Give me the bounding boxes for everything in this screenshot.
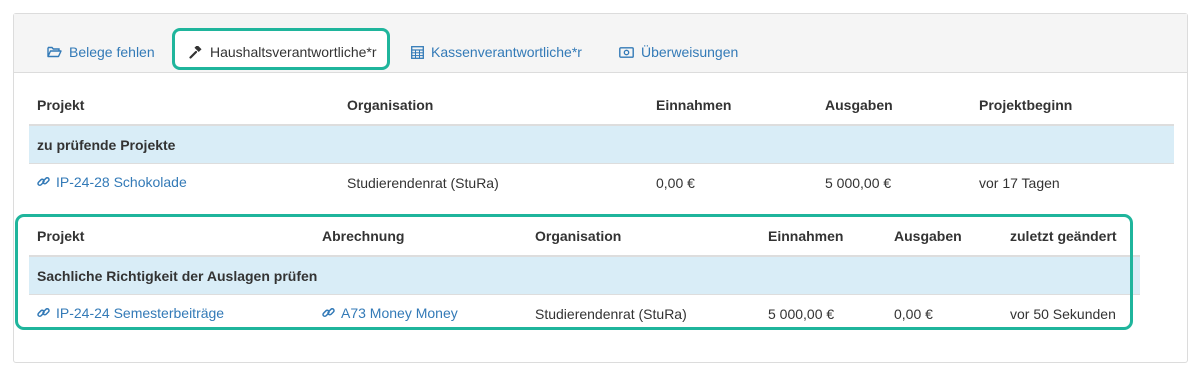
table-row: IP-24-24 Semesterbeiträge A73 Money Mone…: [29, 294, 1140, 332]
project-link-label: IP-24-28 Schokolade: [56, 173, 187, 190]
tab-label: Kassenverantwortliche*r: [431, 44, 582, 60]
cell-zuletzt-geaendert: vor 50 Sekunden: [1002, 294, 1140, 332]
col-header-projektbeginn: Projektbeginn: [971, 86, 1174, 126]
table-header-row: Projekt Organisation Einnahmen Ausgaben …: [29, 86, 1174, 126]
cell-ausgaben: 0,00 €: [886, 294, 1002, 332]
cell-abrechnung: A73 Money Money: [314, 294, 527, 332]
col-header-einnahmen: Einnahmen: [760, 217, 886, 257]
project-link[interactable]: IP-24-28 Schokolade: [37, 174, 187, 190]
cell-einnahmen: 5 000,00 €: [760, 294, 886, 332]
cell-organisation: Studierendenrat (StuRa): [339, 163, 648, 201]
col-header-organisation: Organisation: [527, 217, 760, 257]
cell-organisation: Studierendenrat (StuRa): [527, 294, 760, 332]
col-header-abrechnung: Abrechnung: [314, 217, 527, 257]
gavel-icon: [189, 44, 203, 59]
col-header-projekt: Projekt: [29, 217, 314, 257]
cell-ausgaben: 5 000,00 €: [817, 163, 971, 201]
project-link-label: IP-24-24 Semesterbeiträge: [56, 304, 225, 321]
col-header-einnahmen: Einnahmen: [648, 86, 817, 126]
table-row: IP-24-28 Schokolade Studierendenrat (Stu…: [29, 163, 1174, 201]
tab-bar: Belege fehlen Haushaltsverantwortliche*r…: [14, 14, 1187, 73]
col-header-zuletzt-geaendert: zuletzt geändert: [1002, 217, 1140, 257]
tab-label: Haushaltsverantwortliche*r: [210, 44, 377, 60]
tab-kassenverantwortliche[interactable]: Kassenverantwortliche*r: [411, 42, 582, 62]
col-header-projekt: Projekt: [29, 86, 339, 126]
cell-projektbeginn: vor 17 Tagen: [971, 163, 1174, 201]
main-panel: Belege fehlen Haushaltsverantwortliche*r…: [13, 13, 1188, 363]
table-sachliche-richtigkeit: Projekt Abrechnung Organisation Einnahme…: [29, 217, 1140, 332]
cell-projekt: IP-24-28 Schokolade: [29, 163, 339, 201]
cell-projekt: IP-24-24 Semesterbeiträge: [29, 294, 314, 332]
table-header-row: Projekt Abrechnung Organisation Einnahme…: [29, 217, 1140, 257]
cell-einnahmen: 0,00 €: [648, 163, 817, 201]
money-icon: [619, 46, 634, 58]
tab-label: Überweisungen: [641, 44, 739, 60]
folder-open-icon: [47, 46, 62, 58]
col-header-organisation: Organisation: [339, 86, 648, 126]
group-label: zu prüfende Projekte: [29, 124, 1174, 164]
group-row: Sachliche Richtigkeit der Auslagen prüfe…: [29, 255, 1140, 295]
tab-haushaltsverantwortliche[interactable]: Haushaltsverantwortliche*r: [189, 42, 377, 62]
group-label: Sachliche Richtigkeit der Auslagen prüfe…: [29, 255, 1140, 295]
tab-ueberweisungen[interactable]: Überweisungen: [619, 42, 738, 62]
project-link[interactable]: IP-24-24 Semesterbeiträge: [37, 305, 224, 321]
link-icon: [37, 175, 50, 188]
table-zu-pruefende-projekte: Projekt Organisation Einnahmen Ausgaben …: [29, 86, 1174, 201]
abrechnung-link-label: A73 Money Money: [341, 304, 458, 321]
tab-label: Belege fehlen: [69, 44, 155, 60]
col-header-ausgaben: Ausgaben: [886, 217, 1002, 257]
tab-belege-fehlen[interactable]: Belege fehlen: [47, 42, 155, 62]
calculator-icon: [411, 45, 424, 59]
link-icon: [322, 306, 335, 319]
link-icon: [37, 306, 50, 319]
col-header-ausgaben: Ausgaben: [817, 86, 971, 126]
abrechnung-link[interactable]: A73 Money Money: [322, 305, 458, 321]
group-row: zu prüfende Projekte: [29, 124, 1174, 164]
